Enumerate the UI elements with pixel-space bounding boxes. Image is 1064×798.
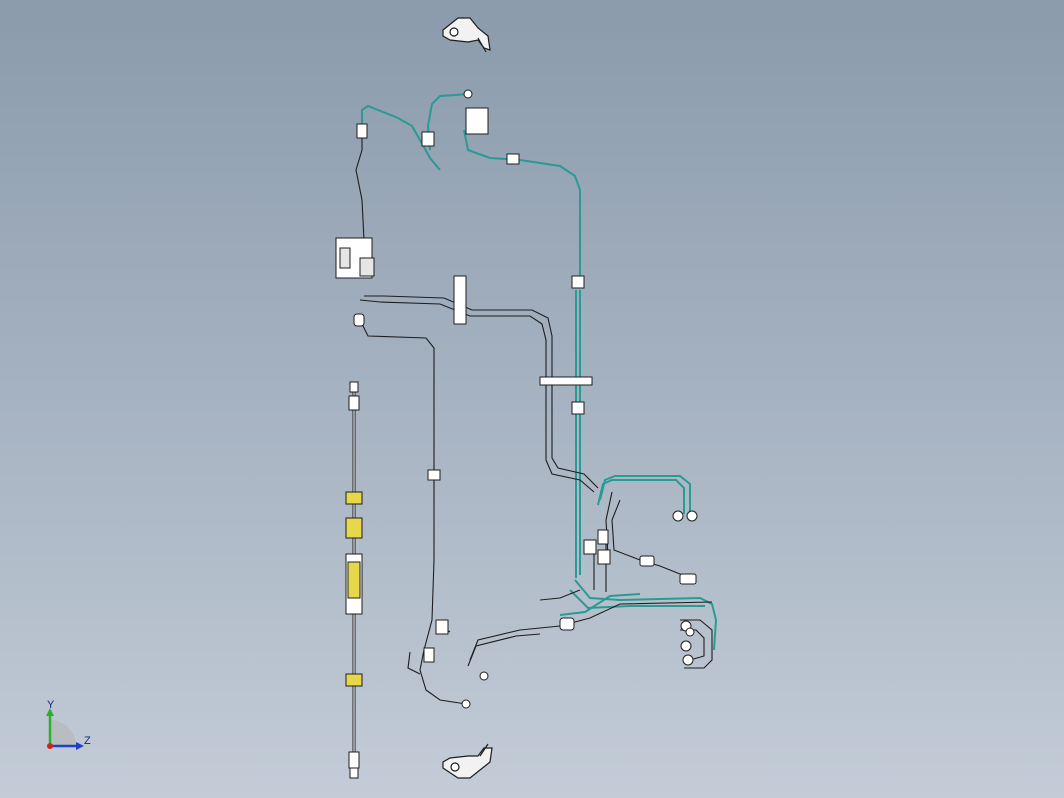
y-axis-label: Y [47, 700, 55, 711]
tube-group[interactable] [355, 130, 713, 705]
fitting-group[interactable] [335, 89, 697, 709]
triad-plane [50, 720, 76, 746]
z-axis-arrowhead [76, 742, 84, 750]
bottom-bracket[interactable] [442, 743, 493, 779]
cad-viewport[interactable] [0, 0, 1064, 798]
x-axis-origin [47, 743, 53, 749]
standalone-hose[interactable] [345, 381, 363, 779]
end-connector-group[interactable] [672, 510, 698, 666]
top-bracket[interactable] [442, 17, 491, 53]
coordinate-triad: Y Z [46, 700, 91, 750]
z-axis-label: Z [84, 735, 91, 747]
